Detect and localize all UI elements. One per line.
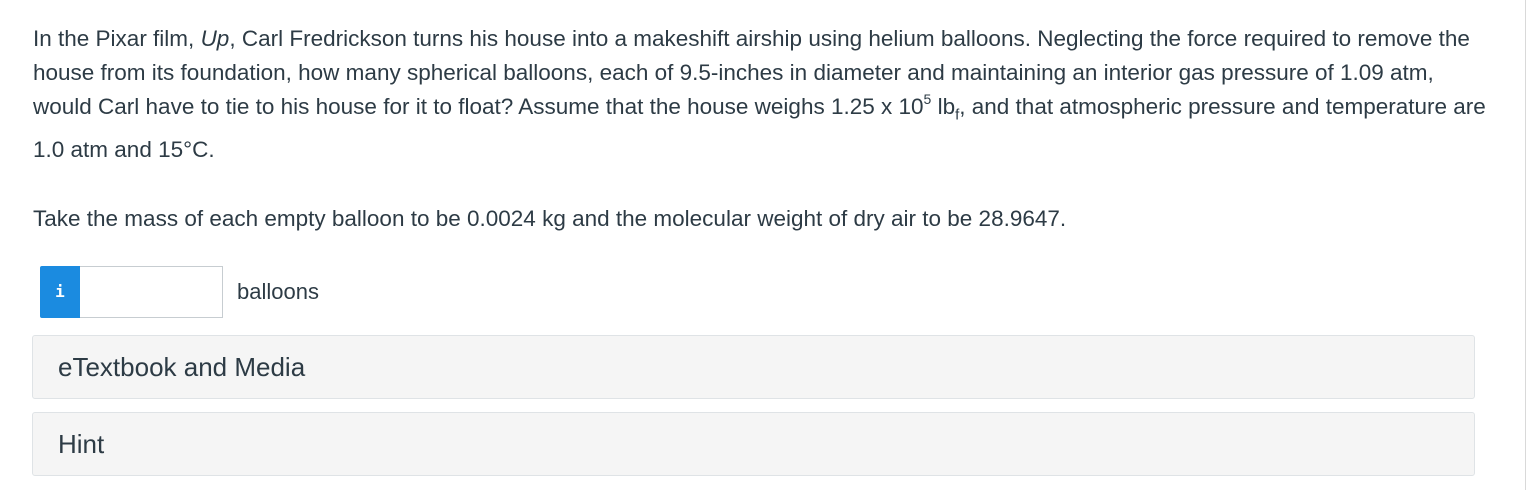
etextbook-media-button[interactable]: eTextbook and Media bbox=[32, 335, 1475, 399]
etextbook-media-label: eTextbook and Media bbox=[58, 351, 306, 382]
film-title: Up bbox=[200, 26, 230, 51]
answer-input[interactable] bbox=[80, 265, 223, 318]
question-text-segment: In the Pixar film, bbox=[33, 26, 201, 51]
question-paragraph-2: Take the mass of each empty balloon to b… bbox=[33, 205, 1067, 231]
question-page: In the Pixar film, Up, Carl Fredrickson … bbox=[0, 0, 1526, 490]
hint-button[interactable]: Hint bbox=[32, 412, 1475, 476]
question-text: In the Pixar film, Up, Carl Fredrickson … bbox=[33, 22, 1493, 236]
weight-unit: lb bbox=[931, 94, 956, 119]
hint-label: Hint bbox=[58, 428, 105, 459]
question-paragraph-1: In the Pixar film, Up, Carl Fredrickson … bbox=[33, 22, 1493, 167]
exponent: 5 bbox=[923, 90, 932, 107]
answer-row: i balloons bbox=[40, 265, 319, 318]
answer-unit-label: balloons bbox=[237, 278, 319, 304]
info-icon[interactable]: i bbox=[40, 265, 80, 318]
